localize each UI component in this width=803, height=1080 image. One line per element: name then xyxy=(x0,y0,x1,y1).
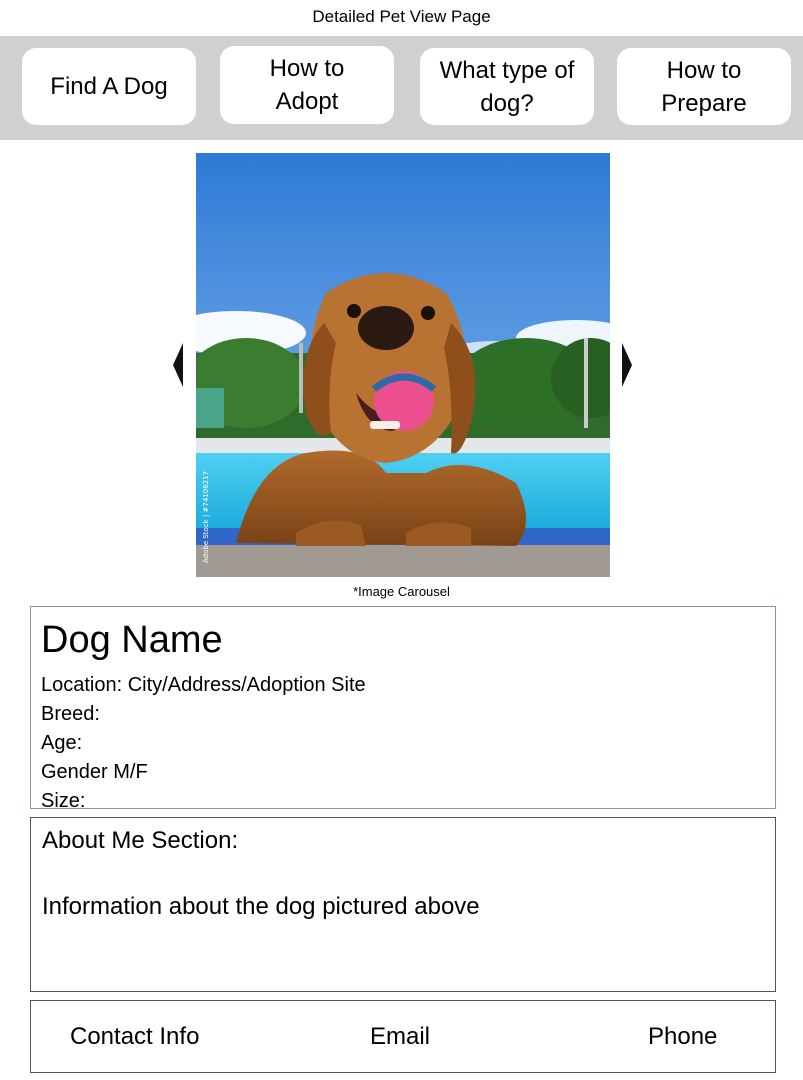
phone-link[interactable]: Phone xyxy=(648,1021,717,1053)
contact-info-label: Contact Info xyxy=(70,1023,200,1050)
pet-info-panel: Dog Name Location: City/Address/Adoption… xyxy=(30,606,776,812)
contact-bar: Contact Info Email Phone xyxy=(30,1000,776,1073)
pet-size: Size: xyxy=(41,790,86,812)
carousel-caption: *Image Carousel xyxy=(353,584,450,599)
nav-how-to-adopt-button[interactable]: How to Adopt xyxy=(220,46,394,124)
nav-find-a-dog-button[interactable]: Find A Dog xyxy=(22,48,196,125)
pet-breed: Breed: xyxy=(41,703,100,725)
chevron-right-icon[interactable] xyxy=(620,343,632,387)
chevron-left-icon[interactable] xyxy=(173,343,185,387)
about-heading: About Me Section: xyxy=(42,827,239,854)
nav-bar: Find A Dog How to Adopt What type of dog… xyxy=(0,36,803,140)
about-text: Information about the dog pictured above xyxy=(42,893,480,920)
watermark-text: Adobe Stock | #74106217 xyxy=(202,471,210,563)
dog-name: Dog Name xyxy=(41,619,223,661)
email-link[interactable]: Email xyxy=(370,1021,430,1053)
nav-how-to-prepare-button[interactable]: How to Prepare xyxy=(617,48,791,125)
page-title: Detailed Pet View Page xyxy=(312,7,491,26)
pet-gender: Gender M/F xyxy=(41,761,148,783)
dog-photo: Adobe Stock | #74106217 xyxy=(196,153,610,577)
pet-age: Age: xyxy=(41,732,83,754)
pet-location: Location: City/Address/Adoption Site xyxy=(41,674,366,696)
about-me-section: About Me Section: Information about the … xyxy=(30,817,776,992)
nav-dog-type-button[interactable]: What type of dog? xyxy=(420,48,594,125)
